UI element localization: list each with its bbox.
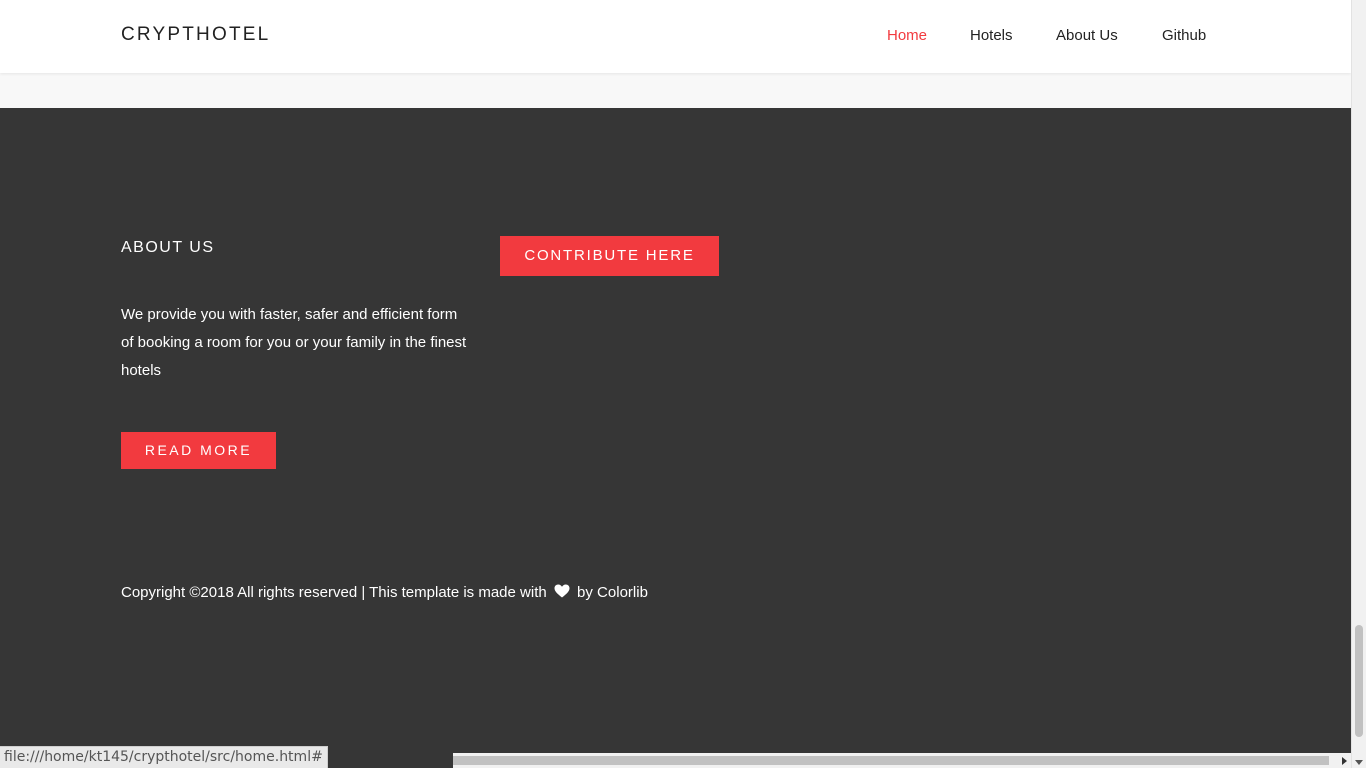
- copyright-text: Copyright ©2018 All rights reserved | Th…: [121, 584, 547, 601]
- about-title: ABOUT US: [121, 239, 215, 256]
- page: CRYPTHOTEL Home Hotels About Us Github A…: [0, 0, 1351, 768]
- vertical-scroll-thumb[interactable]: [1355, 625, 1363, 737]
- scroll-right-arrow-icon[interactable]: [1342, 757, 1347, 765]
- contribute-button[interactable]: CONTRIBUTE HERE: [500, 236, 719, 276]
- footer: ABOUT US We provide you with faster, saf…: [0, 108, 1351, 768]
- nav-about-us[interactable]: About Us: [1056, 27, 1118, 44]
- content-gap: [0, 73, 1351, 108]
- vertical-scrollbar[interactable]: [1351, 0, 1366, 768]
- nav-github[interactable]: Github: [1162, 27, 1206, 44]
- read-more-button[interactable]: READ MORE: [121, 432, 276, 469]
- scroll-down-arrow-icon[interactable]: [1355, 760, 1363, 765]
- about-text: We provide you with faster, safer and ef…: [121, 306, 467, 379]
- heart-icon: [554, 584, 570, 598]
- nav-home[interactable]: Home: [887, 27, 927, 44]
- copyright: Copyright ©2018 All rights reserved | Th…: [121, 584, 648, 601]
- brand-logo[interactable]: CRYPTHOTEL: [121, 24, 270, 46]
- nav-hotels[interactable]: Hotels: [970, 27, 1013, 44]
- horizontal-scrollbar[interactable]: [453, 753, 1351, 768]
- navbar: CRYPTHOTEL Home Hotels About Us Github: [0, 0, 1351, 73]
- colorlib-link[interactable]: by Colorlib: [577, 584, 648, 601]
- status-bar-url: file:///home/kt145/crypthotel/src/home.h…: [0, 746, 328, 768]
- horizontal-scroll-thumb[interactable]: [453, 756, 1329, 765]
